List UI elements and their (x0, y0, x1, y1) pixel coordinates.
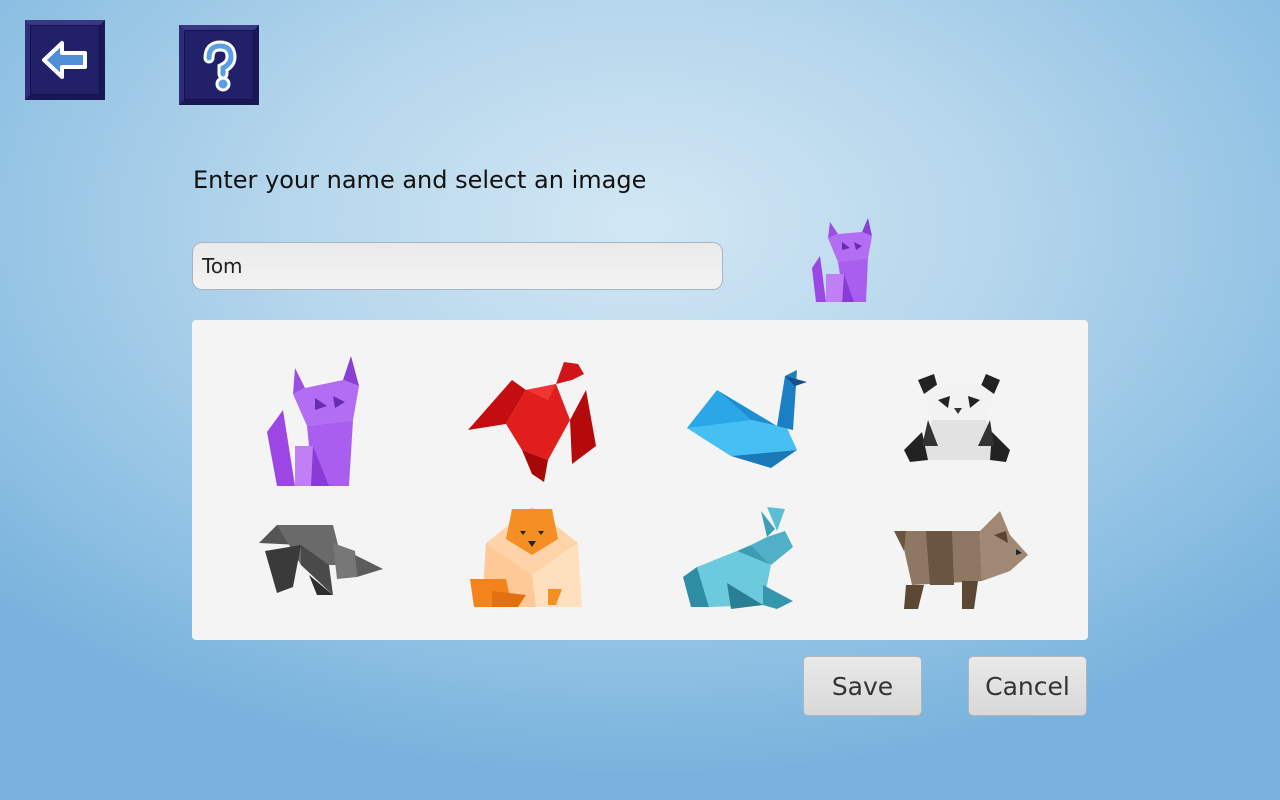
origami-bear-icon (894, 511, 1028, 609)
origami-cat-icon (267, 356, 359, 486)
name-input[interactable] (192, 242, 723, 290)
instruction-text: Enter your name and select an image (193, 166, 647, 194)
question-mark-icon (203, 40, 237, 92)
back-button[interactable] (25, 20, 105, 100)
origami-panda-icon (904, 374, 1010, 462)
avatar-grid (192, 320, 1088, 640)
avatar-cat[interactable] (237, 350, 387, 490)
avatar-panda[interactable] (882, 350, 1032, 490)
cancel-button[interactable]: Cancel (968, 656, 1087, 716)
origami-rooster-icon (468, 362, 596, 482)
selected-avatar-cat-icon (806, 214, 882, 306)
avatar-swan[interactable] (667, 350, 817, 490)
avatar-rabbit[interactable] (667, 495, 817, 635)
origami-rhino-icon (259, 525, 383, 595)
avatar-lion[interactable] (452, 495, 602, 635)
avatar-bear[interactable] (882, 495, 1032, 635)
origami-lion-icon (470, 507, 582, 607)
origami-rabbit-icon (683, 507, 793, 609)
help-button[interactable] (179, 25, 259, 105)
back-arrow-icon (42, 41, 87, 79)
avatar-rhino[interactable] (237, 495, 387, 635)
save-button[interactable]: Save (803, 656, 922, 716)
avatar-rooster[interactable] (452, 350, 602, 490)
origami-swan-icon (687, 370, 807, 468)
